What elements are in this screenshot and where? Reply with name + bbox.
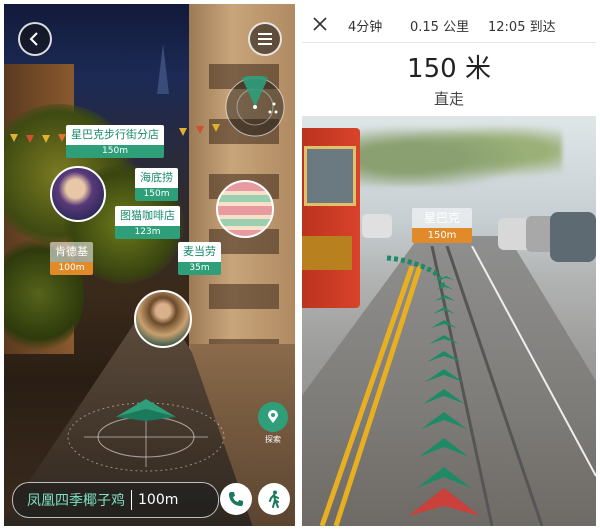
close-button[interactable] bbox=[312, 16, 330, 34]
navigation-header: 4分钟 0.15 公里 12:05 到达 150 米 直走 bbox=[302, 4, 596, 116]
next-step-instruction: 直走 bbox=[433, 90, 464, 108]
poi-name: 肯德基 bbox=[50, 242, 93, 262]
ar-explore-screen: 星巴克步行街分店 150m 海底捞 150m 图猫咖啡店 123m 肯德基 10… bbox=[4, 4, 295, 526]
trip-distance: 0.15 公里 bbox=[410, 20, 470, 35]
phone-icon bbox=[229, 492, 243, 506]
route-arrow-path bbox=[398, 274, 518, 524]
header-divider bbox=[302, 42, 596, 43]
poi-distance: 150m bbox=[66, 145, 164, 158]
poi-haidilao[interactable]: 海底捞 150m bbox=[135, 168, 178, 201]
call-button[interactable] bbox=[220, 483, 252, 515]
arrival-time: 12:05 到达 bbox=[488, 20, 556, 35]
food-photo-bubble[interactable] bbox=[216, 180, 274, 238]
poi-name: 海底捞 bbox=[135, 168, 178, 188]
poi-kfc[interactable]: 肯德基 100m bbox=[50, 242, 93, 275]
radar-widget[interactable] bbox=[224, 74, 286, 138]
poi-mcdonalds[interactable]: 麦当劳 35m bbox=[178, 242, 221, 275]
next-step-distance: 150 米 bbox=[407, 54, 491, 84]
route-chevrons-icon bbox=[408, 276, 480, 516]
radar-icon bbox=[225, 74, 285, 137]
user-photo-bubble[interactable] bbox=[134, 290, 192, 348]
cable-car bbox=[302, 128, 360, 308]
trip-time: 4分钟 bbox=[348, 20, 383, 35]
background-trees bbox=[342, 116, 562, 186]
explore-button[interactable] bbox=[258, 402, 288, 432]
explore-label: 探索 bbox=[265, 435, 281, 444]
ar-navigation-screen: 4分钟 0.15 公里 12:05 到达 150 米 直走 星巴克 150m bbox=[302, 4, 596, 526]
hamburger-menu-icon bbox=[258, 33, 272, 45]
close-icon bbox=[313, 17, 327, 31]
poi-name: 图猫咖啡店 bbox=[115, 206, 180, 226]
poi-distance: 123m bbox=[115, 226, 180, 239]
back-button[interactable] bbox=[18, 22, 52, 56]
location-pin-icon bbox=[268, 410, 278, 423]
target-poi-label[interactable]: 星巴克 150m bbox=[412, 208, 473, 243]
compass-dial bbox=[64, 389, 229, 479]
walk-mode-button[interactable] bbox=[258, 483, 290, 515]
target-distance: 150m bbox=[412, 228, 473, 243]
user-photo-bubble[interactable] bbox=[50, 166, 106, 222]
walking-person-icon bbox=[269, 490, 279, 508]
destination-distance: 100m bbox=[138, 492, 179, 508]
poi-name: 麦当劳 bbox=[178, 242, 221, 262]
poi-distance: 35m bbox=[178, 262, 221, 275]
poi-starbucks[interactable]: 星巴克步行街分店 150m bbox=[66, 125, 164, 158]
trip-summary: 4分钟 0.15 公里 12:05 到达 bbox=[302, 14, 596, 36]
poi-distance: 100m bbox=[50, 262, 93, 275]
oncoming-car bbox=[362, 214, 392, 238]
chevron-left-icon bbox=[29, 32, 38, 46]
poi-name: 星巴克步行街分店 bbox=[66, 125, 164, 145]
poi-distance: 150m bbox=[135, 188, 178, 201]
street-camera-view: 星巴克 150m bbox=[302, 116, 596, 526]
parked-cars bbox=[498, 212, 596, 266]
destination-name: 凤凰四季椰子鸡 bbox=[27, 493, 125, 509]
target-name: 星巴克 bbox=[412, 208, 473, 228]
destination-bar[interactable]: 凤凰四季椰子鸡 100m bbox=[12, 482, 219, 518]
compass-icon bbox=[67, 399, 225, 472]
poi-cat-cafe[interactable]: 图猫咖啡店 123m bbox=[115, 206, 180, 239]
menu-button[interactable] bbox=[248, 22, 282, 56]
divider bbox=[131, 490, 132, 510]
